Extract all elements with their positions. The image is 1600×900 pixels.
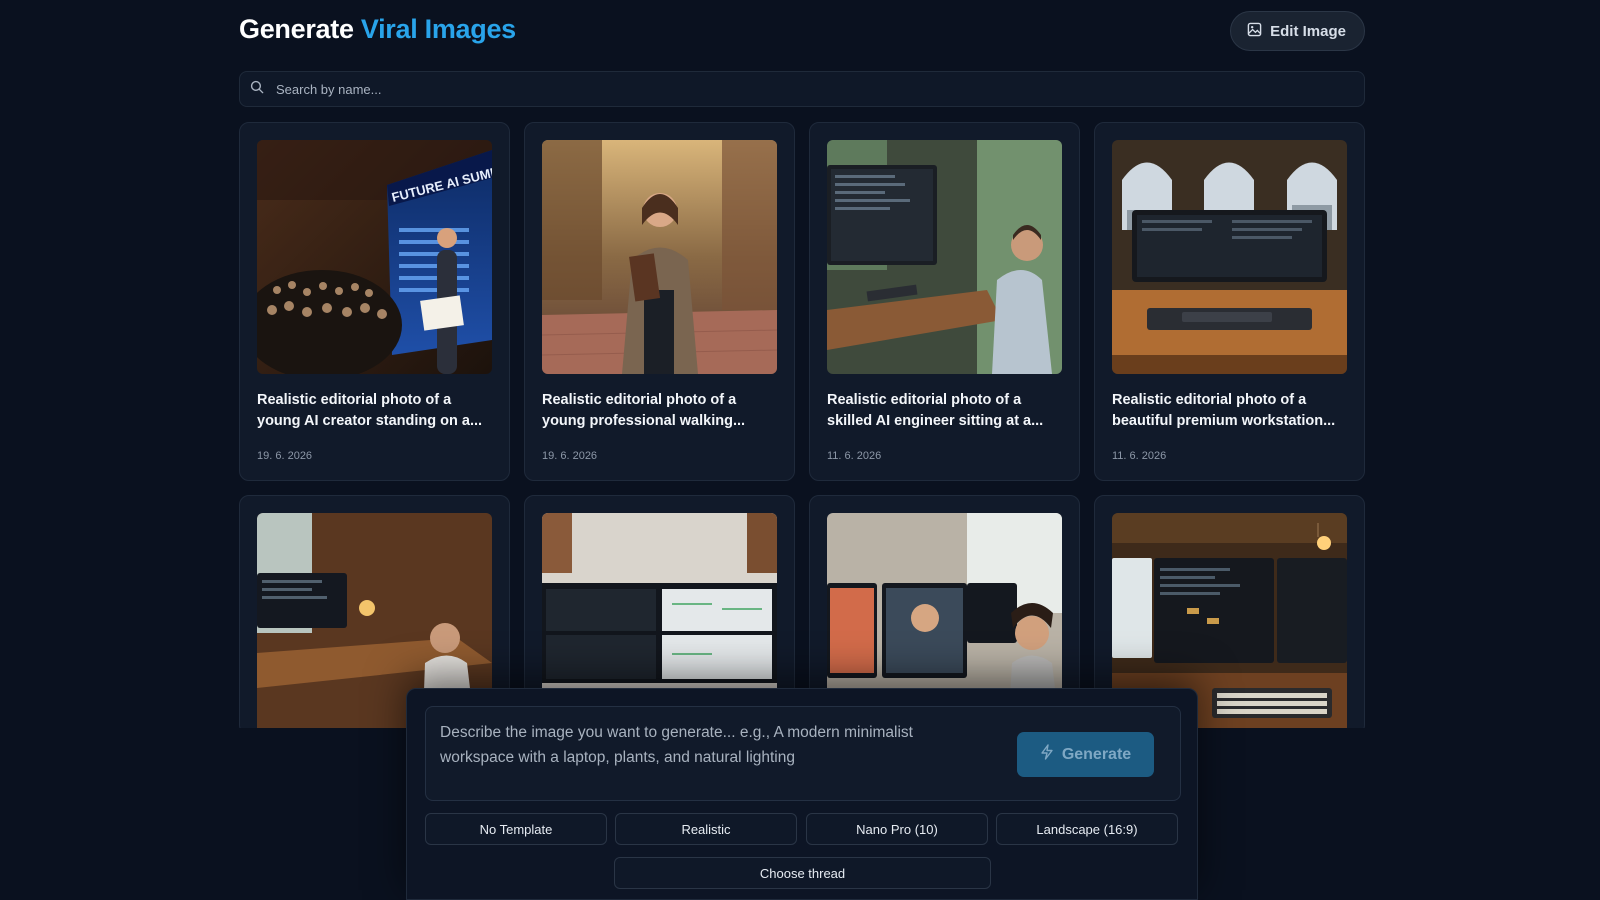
page-title-main: Generate bbox=[239, 14, 354, 44]
prompt-composer: Describe the image you want to generate.… bbox=[406, 688, 1198, 900]
card-title: Realistic editorial photo of a beautiful… bbox=[1112, 392, 1336, 429]
image-thumbnail[interactable] bbox=[1112, 140, 1347, 374]
style-select[interactable]: Realistic bbox=[615, 813, 797, 845]
search-icon bbox=[250, 80, 264, 99]
search-bar bbox=[239, 71, 1365, 107]
edit-image-label: Edit Image bbox=[1270, 22, 1346, 40]
card-title: Realistic editorial photo of a young pro… bbox=[542, 392, 746, 429]
card-date: 19. 6. 2026 bbox=[542, 450, 598, 462]
lightning-icon bbox=[1040, 744, 1054, 765]
prompt-textarea[interactable]: Describe the image you want to generate.… bbox=[425, 706, 1181, 801]
prompt-placeholder: Describe the image you want to generate.… bbox=[440, 724, 913, 766]
image-thumbnail[interactable]: FUTURE AI SUMM bbox=[257, 140, 492, 374]
generate-label: Generate bbox=[1061, 745, 1132, 763]
image-icon bbox=[1247, 22, 1262, 41]
page-title: Generate Viral Images bbox=[239, 14, 516, 45]
model-select[interactable]: Nano Pro (10) bbox=[806, 813, 988, 845]
card-title: Realistic editorial photo of a young AI … bbox=[257, 392, 483, 429]
image-thumbnail[interactable] bbox=[542, 140, 777, 374]
page-header: Generate Viral Images Edit Image bbox=[239, 11, 1365, 60]
aspect-ratio-select[interactable]: Landscape (16:9) bbox=[996, 813, 1178, 845]
card-date: 19. 6. 2026 bbox=[257, 450, 313, 462]
page-title-accent: Viral Images bbox=[360, 14, 516, 44]
search-input[interactable] bbox=[274, 80, 1278, 98]
card-date: 11. 6. 2026 bbox=[1112, 450, 1167, 462]
card-title: Realistic editorial photo of a skilled A… bbox=[827, 392, 1044, 429]
image-thumbnail[interactable] bbox=[827, 140, 1062, 374]
template-select[interactable]: No Template bbox=[425, 813, 607, 845]
choose-thread-button[interactable]: Choose thread bbox=[614, 857, 991, 889]
image-card[interactable]: Realistic editorial photo of a skilled A… bbox=[809, 122, 1080, 481]
image-card[interactable]: FUTURE AI SUMM Realistic editorial photo… bbox=[239, 122, 510, 481]
card-date: 11. 6. 2026 bbox=[827, 450, 882, 462]
image-card[interactable]: Realistic editorial photo of a young pro… bbox=[524, 122, 795, 481]
edit-image-button[interactable]: Edit Image bbox=[1230, 11, 1365, 51]
image-card[interactable]: Realistic editorial photo of a beautiful… bbox=[1094, 122, 1365, 481]
generate-button[interactable]: Generate bbox=[1017, 732, 1154, 777]
